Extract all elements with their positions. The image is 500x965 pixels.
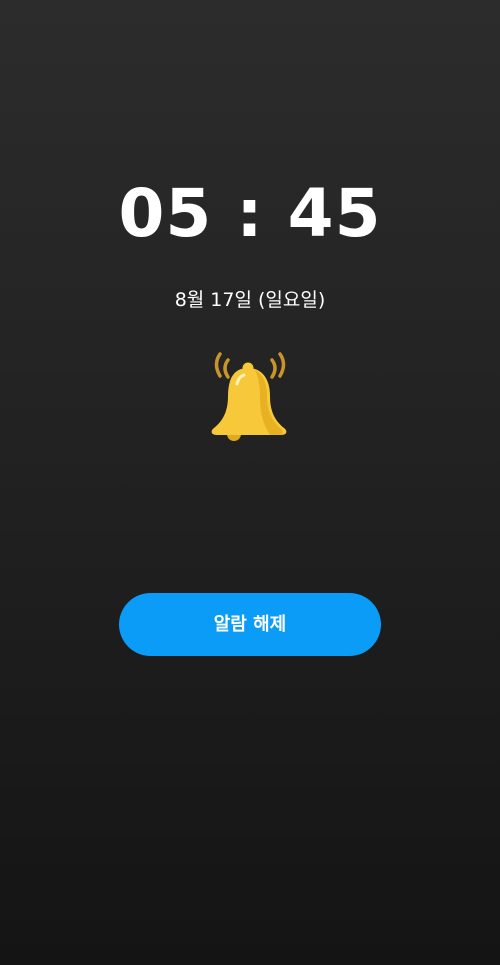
- alarm-date: 8월 17일 (일요일): [174, 289, 326, 311]
- alarm-screen: 05 : 45 8월 17일 (일요일) 알람 해제: [0, 0, 500, 965]
- alarm-time: 05 : 45: [118, 175, 382, 252]
- dismiss-alarm-button[interactable]: 알람 해제: [119, 593, 381, 656]
- bell-ringing-icon: [211, 352, 287, 441]
